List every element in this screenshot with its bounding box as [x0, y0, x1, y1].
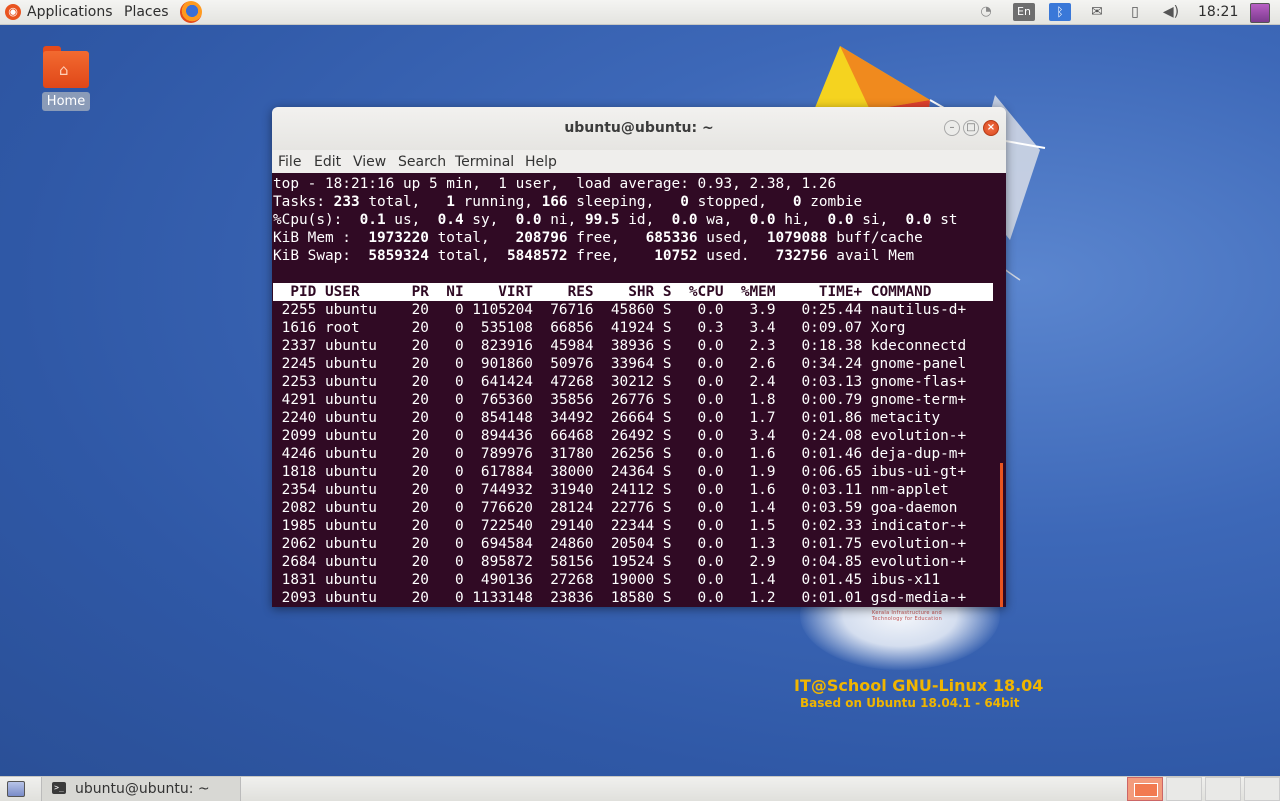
- wifi-icon[interactable]: ◔: [977, 3, 995, 21]
- taskbar-window-label: ubuntu@ubuntu: ~: [75, 781, 210, 797]
- mail-icon[interactable]: ✉: [1088, 3, 1106, 21]
- menu-search[interactable]: Search: [398, 150, 446, 173]
- process-row: 2354 ubuntu 20 0 744932 31940 24112 S 0.…: [273, 482, 949, 498]
- workspace-1[interactable]: [1127, 777, 1163, 801]
- terminal-menubar: File Edit View Search Terminal Help: [272, 150, 1006, 174]
- language-indicator[interactable]: En: [1013, 3, 1035, 21]
- process-row: 2099 ubuntu 20 0 894436 66468 26492 S 0.…: [273, 428, 967, 444]
- mem-line: KiB Mem : 1973220 total, 208796 free, 68…: [273, 230, 923, 246]
- process-row: 1831 ubuntu 20 0 490136 27268 19000 S 0.…: [273, 572, 941, 588]
- terminal-output[interactable]: top - 18:21:16 up 5 min, 1 user, load av…: [272, 173, 1006, 607]
- menu-file[interactable]: File: [278, 150, 301, 173]
- workspace-4[interactable]: [1244, 777, 1280, 801]
- ubuntu-logo-icon[interactable]: ◉: [5, 4, 21, 20]
- maximize-button[interactable]: □: [963, 120, 979, 136]
- applications-menu[interactable]: Applications: [27, 0, 113, 24]
- terminal-window[interactable]: ubuntu@ubuntu: ~ – □ × File Edit View Se…: [272, 107, 1006, 607]
- window-title: ubuntu@ubuntu: ~: [564, 120, 714, 136]
- column-headers: PID USER PR NI VIRT RES SHR S %CPU %MEM …: [273, 284, 932, 300]
- workspace-2[interactable]: [1166, 777, 1202, 801]
- menu-view[interactable]: View: [353, 150, 386, 173]
- workspace-3[interactable]: [1205, 777, 1241, 801]
- menu-terminal[interactable]: Terminal: [455, 150, 514, 173]
- close-button[interactable]: ×: [983, 120, 999, 136]
- menu-edit[interactable]: Edit: [314, 150, 341, 173]
- process-row: 2082 ubuntu 20 0 776620 28124 22776 S 0.…: [273, 500, 958, 516]
- menu-help[interactable]: Help: [525, 150, 557, 173]
- os-title: IT@School GNU-Linux 18.04: [794, 676, 1044, 695]
- os-subtitle: Based on Ubuntu 18.04.1 - 64bit: [800, 696, 1020, 710]
- process-row: 4291 ubuntu 20 0 765360 35856 26776 S 0.…: [273, 392, 967, 408]
- process-row: 2253 ubuntu 20 0 641424 47268 30212 S 0.…: [273, 374, 967, 390]
- firefox-icon[interactable]: [180, 1, 202, 23]
- window-titlebar[interactable]: ubuntu@ubuntu: ~ – □ ×: [272, 107, 1006, 150]
- cpu-line: %Cpu(s): 0.1 us, 0.4 sy, 0.0 ni, 99.5 id…: [273, 212, 958, 228]
- taskbar-terminal-button[interactable]: >_ ubuntu@ubuntu: ~: [41, 777, 241, 801]
- tasks-line: Tasks: 233 total, 1 running, 166 sleepin…: [273, 194, 863, 210]
- bluetooth-icon[interactable]: ᛒ: [1049, 3, 1071, 21]
- process-row: 1985 ubuntu 20 0 722540 29140 22344 S 0.…: [273, 518, 967, 534]
- terminal-icon: >_: [52, 782, 66, 794]
- home-folder-icon[interactable]: ⌂: [43, 46, 89, 88]
- process-row: 2062 ubuntu 20 0 694584 24860 20504 S 0.…: [273, 536, 967, 552]
- home-folder-label[interactable]: Home: [42, 92, 90, 111]
- scrollbar[interactable]: [1000, 463, 1003, 607]
- process-row: 2245 ubuntu 20 0 901860 50976 33964 S 0.…: [273, 356, 967, 372]
- process-row: 4246 ubuntu 20 0 789976 31780 26256 S 0.…: [273, 446, 967, 462]
- kite-logo-text: Kerala Infrastructure and Technology for…: [871, 610, 943, 622]
- top-uptime-line: top - 18:21:16 up 5 min, 1 user, load av…: [273, 176, 837, 192]
- process-row: 1818 ubuntu 20 0 617884 38000 24364 S 0.…: [273, 464, 967, 480]
- show-desktop-icon[interactable]: [7, 781, 25, 797]
- power-icon[interactable]: [1250, 3, 1270, 23]
- process-row: 2240 ubuntu 20 0 854148 34492 26664 S 0.…: [273, 410, 941, 426]
- places-menu[interactable]: Places: [124, 0, 169, 24]
- swap-line: KiB Swap: 5859324 total, 5848572 free, 1…: [273, 248, 915, 264]
- volume-icon[interactable]: ◀): [1162, 3, 1180, 21]
- top-panel: ◉ Applications Places ◔ En ᛒ ✉ ▯ ◀) 18:2…: [0, 0, 1280, 25]
- battery-icon[interactable]: ▯: [1126, 3, 1144, 21]
- bottom-panel: >_ ubuntu@ubuntu: ~: [0, 776, 1280, 801]
- process-table-header: PID USER PR NI VIRT RES SHR S %CPU %MEM …: [273, 283, 993, 301]
- clock[interactable]: 18:21: [1198, 0, 1238, 24]
- process-row: 2093 ubuntu 20 0 1133148 23836 18580 S 0…: [273, 590, 967, 606]
- minimize-button[interactable]: –: [944, 120, 960, 136]
- process-row: 2337 ubuntu 20 0 823916 45984 38936 S 0.…: [273, 338, 967, 354]
- process-row: 2255 ubuntu 20 0 1105204 76716 45860 S 0…: [273, 302, 967, 318]
- process-row: 1616 root 20 0 535108 66856 41924 S 0.3 …: [273, 320, 906, 336]
- process-row: 2684 ubuntu 20 0 895872 58156 19524 S 0.…: [273, 554, 967, 570]
